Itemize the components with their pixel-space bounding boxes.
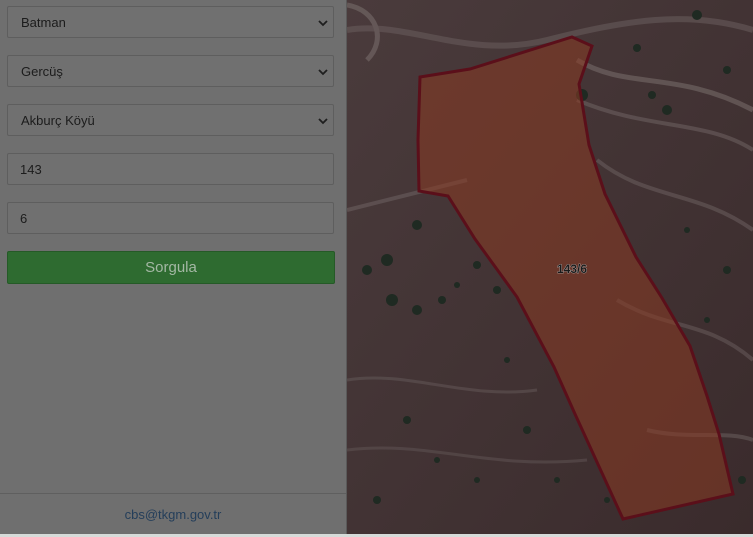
block-value: 143	[20, 162, 42, 177]
parcel-value: 6	[20, 211, 28, 226]
neighborhood-value: Akburç Köyü	[21, 113, 95, 128]
chevron-down-icon	[318, 69, 328, 76]
contact-email-link[interactable]: cbs@tkgm.gov.tr	[0, 507, 346, 522]
query-button[interactable]: Sorgula	[7, 251, 335, 284]
neighborhood-select[interactable]: Akburç Köyü	[7, 104, 334, 136]
district-select[interactable]: Gercüş	[7, 55, 334, 87]
footer-divider	[0, 493, 346, 494]
parcel-input[interactable]: 6	[7, 202, 334, 234]
block-input[interactable]: 143	[7, 153, 334, 185]
province-value: Batman	[21, 15, 66, 30]
satellite-map[interactable]: 143/6	[347, 0, 753, 537]
map-canvas[interactable]: 143/6	[347, 0, 753, 537]
chevron-down-icon	[318, 20, 328, 27]
district-value: Gercüş	[21, 64, 63, 79]
query-panel: Batman Gercüş Akburç Köyü 143 6 Sorgula …	[0, 0, 347, 537]
chevron-down-icon	[318, 118, 328, 125]
parcel-label: 143/6	[557, 262, 587, 276]
province-select[interactable]: Batman	[7, 6, 334, 38]
